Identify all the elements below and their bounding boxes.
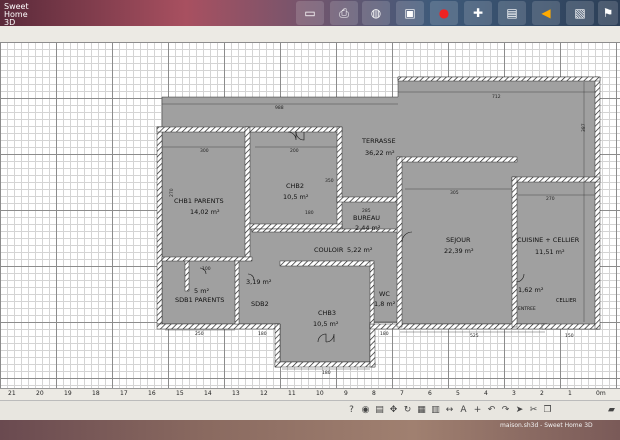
room-chb2-name[interactable]: CHB2 — [286, 182, 304, 190]
ruler-tick: 19 — [64, 390, 72, 397]
ruler-tick: 7 — [400, 390, 404, 397]
dim-525: 525 — [470, 333, 479, 339]
plan-toolbar: ? ◉ ▤ ✥ ↻ ▦ ▥ ↔ A + ↶ ↷ ➤ ✂ ❐ ▰ — [0, 400, 620, 421]
room-chb3-area: 10,5 m² — [313, 320, 339, 328]
ruler-tick: 18 — [92, 390, 100, 397]
dim-180: 180 — [305, 210, 314, 216]
image-icon[interactable]: ▧ — [566, 1, 594, 25]
pan-icon[interactable]: ✥ — [388, 405, 399, 416]
room-cellier-name[interactable]: CELLIER — [556, 298, 577, 304]
ruler-tick: 5 — [456, 390, 460, 397]
room-entree-name[interactable]: ENTREE — [518, 306, 536, 312]
room-couloir-area: 5,22 m² — [347, 246, 373, 254]
dim-988: 988 — [275, 105, 284, 111]
room-sdb1-name[interactable]: SDB1 PARENTS — [175, 296, 224, 304]
open-icon[interactable]: ▰ — [606, 405, 617, 416]
opera-icon[interactable]: ● — [430, 1, 458, 25]
dim-100: 100 — [202, 266, 211, 272]
help-icon[interactable]: ? — [346, 405, 357, 416]
dim-180-b: 180 — [258, 331, 267, 337]
speaker-icon[interactable]: ◀ — [532, 1, 560, 25]
ruler-tick: 20 — [36, 390, 44, 397]
flag-icon[interactable]: ⚑ — [598, 1, 618, 25]
room-chb1-name[interactable]: CHB1 PARENTS — [174, 197, 224, 205]
zoom-in-icon[interactable]: + — [472, 405, 483, 416]
dim-387: 387 — [581, 123, 587, 132]
taskbar-label: Sweet Home 3D — [4, 2, 29, 27]
top-ruler: 10 — [0, 26, 620, 65]
room-cellier-area: 1,62 m² — [518, 286, 544, 294]
window-icon[interactable]: ▭ — [296, 1, 324, 25]
film-icon[interactable]: ▤ — [498, 1, 526, 25]
ruler-tick: 9 — [344, 390, 348, 397]
camera-icon[interactable]: ▣ — [396, 1, 424, 25]
room-chb2-area: 10,5 m² — [283, 193, 309, 201]
dim-250: 250 — [195, 331, 204, 337]
ruler-tick: 11 — [288, 390, 296, 397]
plan-canvas[interactable]: 712 988 300 200 350 305 270 180 285 525 … — [0, 42, 620, 388]
redo-icon[interactable]: ↷ — [500, 405, 511, 416]
room-bureau-name[interactable]: BUREAU — [353, 214, 380, 222]
room-wc-area: 1,8 m² — [374, 300, 396, 308]
ruler-tick: 16 — [148, 390, 156, 397]
dim-180-c: 180 — [322, 370, 331, 376]
zoom-out-icon[interactable]: ◉ — [360, 405, 371, 416]
wall-tool-icon[interactable]: ▦ — [416, 405, 427, 416]
room-cuisine-name[interactable]: CUISINE + CELLIER — [517, 236, 580, 244]
camera-view-icon[interactable]: ▤ — [374, 405, 385, 416]
rotate-icon[interactable]: ↻ — [402, 405, 413, 416]
cut-icon[interactable]: ✂ — [528, 405, 539, 416]
puzzle-icon[interactable]: ✚ — [464, 1, 492, 25]
room-chb1-area: 14,02 m² — [190, 208, 220, 216]
ruler-tick: 6 — [428, 390, 432, 397]
dim-712: 712 — [492, 94, 501, 100]
room-chb3-name[interactable]: CHB3 — [318, 309, 336, 317]
ruler-tick: 2 — [540, 390, 544, 397]
room-sdb2-name[interactable]: SDB2 — [251, 300, 269, 308]
dim-300: 300 — [200, 148, 209, 154]
ruler-tick: 15 — [176, 390, 184, 397]
taskbar: Sweet Home 3D ▭ ⎙ ◍ ▣ ● ✚ ▤ ◀ ▧ ⚑ — [0, 0, 620, 27]
printer-icon[interactable]: ⎙ — [330, 1, 358, 25]
text-tool-icon[interactable]: A — [458, 405, 469, 416]
room-cuisine-area: 11,51 m² — [535, 248, 565, 256]
globe-icon[interactable]: ◍ — [362, 1, 390, 25]
ruler-tick: 12 — [260, 390, 268, 397]
room-sdb2-area: 3,19 m² — [246, 278, 272, 286]
dim-200: 200 — [290, 148, 299, 154]
room-tool-icon[interactable]: ▥ — [430, 405, 441, 416]
dim-270-v: 270 — [169, 188, 175, 197]
dim-180-d: 180 — [380, 331, 389, 337]
ruler-tick: 14 — [204, 390, 212, 397]
copy-icon[interactable]: ❐ — [542, 405, 553, 416]
ruler-tick: 21 — [8, 390, 16, 397]
room-wc-name[interactable]: WC — [379, 290, 390, 298]
room-couloir-name[interactable]: COULOIR — [314, 246, 344, 254]
dim-270: 270 — [546, 196, 555, 202]
room-terrasse-area: 36,22 m² — [365, 149, 395, 157]
ruler-tick: 4 — [484, 390, 488, 397]
ruler-tick: 8 — [372, 390, 376, 397]
room-sejour-name[interactable]: SEJOUR — [446, 236, 471, 244]
ruler-tick: 3 — [512, 390, 516, 397]
ruler-tick: 13 — [232, 390, 240, 397]
room-sdb1-area: 5 m² — [194, 287, 210, 295]
ruler-tick: 10 — [316, 390, 324, 397]
undo-icon[interactable]: ↶ — [486, 405, 497, 416]
dim-305: 305 — [450, 190, 459, 196]
room-sejour-area: 22,39 m² — [444, 247, 474, 255]
dimension-tool-icon[interactable]: ↔ — [444, 405, 455, 416]
dim-350: 350 — [325, 178, 334, 184]
room-terrasse-name[interactable]: TERRASSE — [361, 137, 396, 145]
room-bureau-area: 2,44 m² — [355, 224, 381, 232]
ruler-tick: 17 — [120, 390, 128, 397]
window-title: maison.sh3d - Sweet Home 3D — [500, 422, 593, 429]
status-bar: maison.sh3d - Sweet Home 3D — [0, 420, 620, 440]
floor-plan[interactable]: 712 988 300 200 350 305 270 180 285 525 … — [0, 42, 620, 388]
ruler-tick: 0m — [596, 390, 606, 397]
select-tool-icon[interactable]: ➤ — [514, 405, 525, 416]
ruler-tick: 1 — [568, 390, 572, 397]
dim-150: 150 — [565, 333, 574, 339]
